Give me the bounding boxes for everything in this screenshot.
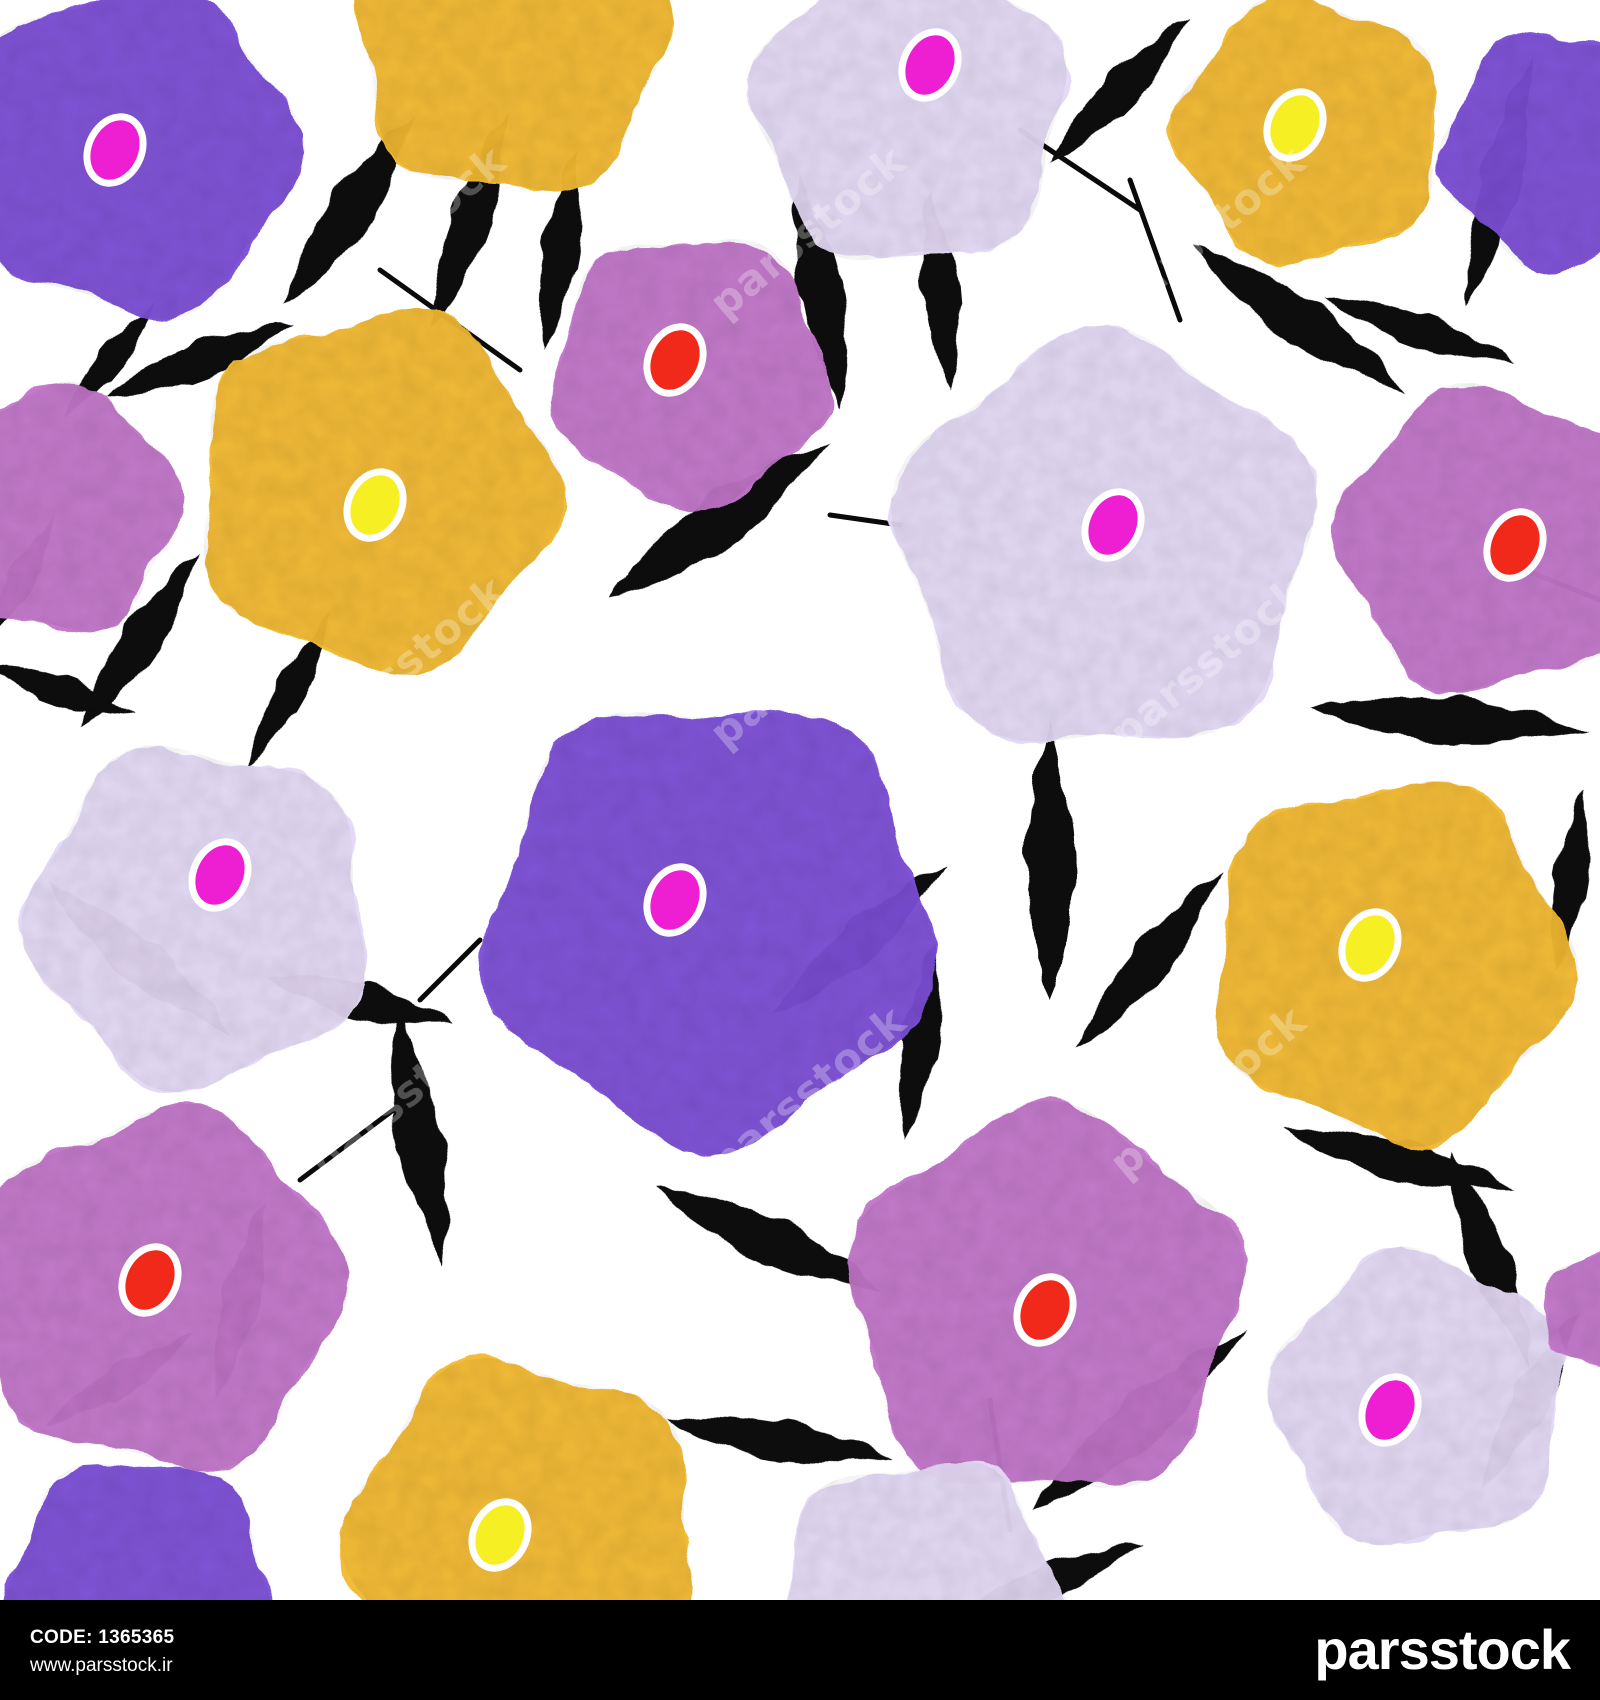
parsstock-logo: parsstock (1314, 1618, 1571, 1681)
site-url-text: www.parsstock.ir (30, 1655, 173, 1676)
flower (890, 325, 1317, 742)
watercolor-floral-pattern: parsstock parsstock parsstock parsstock pars… (0, 0, 1600, 1600)
flower (21, 745, 366, 1093)
watercolor-texture (787, 1460, 1067, 1600)
image-code-label: CODE: 1365365 (30, 1627, 175, 1648)
flower (1436, 34, 1600, 275)
leaf-shape (1026, 720, 1074, 1000)
flower (4, 1463, 271, 1600)
flower (354, 0, 673, 192)
footer-bar: CODE: 1365365 www.parsstock.ir parsstock (0, 1600, 1600, 1700)
watercolor-texture (748, 0, 1067, 261)
watercolor-texture (354, 0, 673, 192)
watercolor-texture (1330, 383, 1600, 692)
watercolor-texture (1436, 34, 1600, 275)
flower (847, 1100, 1245, 1489)
flower (1170, 0, 1436, 265)
floral-artwork (0, 0, 1600, 1600)
watercolor-texture (340, 1358, 693, 1600)
flower (0, 1103, 349, 1471)
flower (482, 712, 938, 1155)
stem (417, 937, 483, 1003)
leaf-shape (1076, 871, 1224, 1049)
flower (1330, 383, 1600, 692)
flower (1266, 1246, 1564, 1545)
watercolor-texture (4, 1463, 271, 1600)
stem (1127, 177, 1183, 323)
flower (0, 0, 305, 320)
leaf-shape (666, 1414, 894, 1463)
leaf-shape (1310, 695, 1590, 743)
watercolor-texture (21, 745, 366, 1093)
leaf-shape (390, 1011, 446, 1269)
flower (748, 0, 1067, 261)
flower (787, 1460, 1067, 1600)
watercolor-texture (482, 712, 938, 1155)
flower (1215, 781, 1579, 1148)
watercolor-texture (0, 0, 305, 320)
flower (340, 1358, 693, 1600)
stem (827, 512, 903, 528)
watercolor-texture (1215, 781, 1579, 1148)
